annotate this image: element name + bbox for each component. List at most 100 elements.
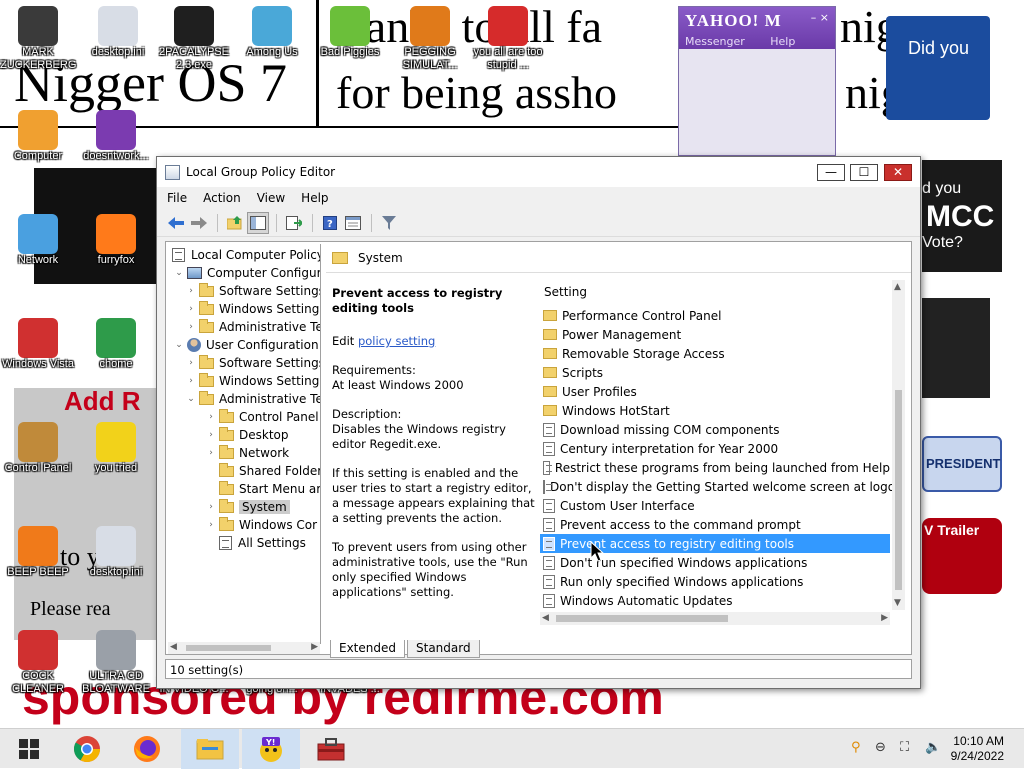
- desktop-icon[interactable]: Network: [0, 214, 76, 267]
- volume-icon[interactable]: 🔈: [925, 740, 941, 755]
- minimize-button[interactable]: —: [817, 164, 845, 181]
- tree-root[interactable]: Local Computer Policy: [172, 246, 320, 264]
- policy-row[interactable]: Custom User Interface: [540, 496, 890, 515]
- scroll-thumb[interactable]: [556, 615, 728, 622]
- desktop-icon[interactable]: 2PACALYPSE 2.3.exe: [156, 6, 232, 72]
- desktop-icon[interactable]: COCK CLEANER: [0, 630, 76, 696]
- scroll-down-icon[interactable]: ▼: [894, 598, 901, 608]
- yahoo-menu-help[interactable]: Help: [770, 35, 795, 48]
- system-clock[interactable]: 10:10 AM 9/24/2022: [951, 734, 1004, 764]
- tree-node[interactable]: › System: [206, 498, 290, 516]
- tree-node[interactable]: ⌄ Computer Configura: [174, 264, 320, 282]
- expand-arrow-icon[interactable]: ›: [186, 322, 196, 332]
- tree-node[interactable]: › Windows Setting: [186, 372, 319, 390]
- scroll-left-icon[interactable]: ◀: [542, 613, 549, 623]
- show-hide-tree-icon[interactable]: [247, 211, 269, 234]
- tree-node[interactable]: ⌄ User Configuration: [174, 336, 319, 354]
- expand-arrow-icon[interactable]: ›: [186, 286, 196, 296]
- scroll-thumb[interactable]: [186, 645, 271, 651]
- tree-node[interactable]: Shared Folder: [206, 462, 320, 480]
- expand-arrow-icon[interactable]: ⌄: [174, 268, 184, 278]
- tree-node[interactable]: › Desktop: [206, 426, 289, 444]
- network-icon[interactable]: ⛶: [900, 740, 909, 755]
- desktop-icon[interactable]: Among Us: [234, 6, 310, 59]
- desktop-icon[interactable]: desktop.ini: [80, 6, 156, 59]
- category-row[interactable]: Performance Control Panel: [540, 306, 890, 325]
- list-horizontal-scrollbar[interactable]: ◀ ▶: [540, 612, 890, 625]
- window-titlebar[interactable]: Local Group Policy Editor — ☐ ✕: [157, 157, 920, 187]
- desktop-icon[interactable]: Control Panel: [0, 422, 76, 475]
- desktop-icon[interactable]: you tried: [78, 422, 154, 475]
- chrome-icon[interactable]: [58, 729, 116, 769]
- filter-icon[interactable]: [378, 212, 400, 234]
- expand-arrow-icon[interactable]: ›: [186, 358, 196, 368]
- up-folder-icon[interactable]: [224, 212, 246, 234]
- scroll-right-icon[interactable]: ▶: [311, 642, 318, 652]
- yahoo-icon[interactable]: Y!: [242, 729, 300, 769]
- tab-extended[interactable]: Extended: [330, 640, 405, 658]
- expand-arrow-icon[interactable]: ›: [206, 502, 216, 512]
- properties-icon[interactable]: [342, 212, 364, 234]
- help-icon[interactable]: ?: [319, 212, 341, 234]
- desktop-icon[interactable]: ULTRA CD BLOATWARE: [78, 630, 154, 696]
- navigation-tree[interactable]: Local Computer Policy ⌄ Computer Configur…: [168, 244, 321, 644]
- tree-node[interactable]: ⌄ Administrative Te: [186, 390, 320, 408]
- desktop-icon[interactable]: chome: [78, 318, 154, 371]
- tree-node[interactable]: › Network: [206, 444, 289, 462]
- expand-arrow-icon[interactable]: ⌄: [174, 340, 184, 350]
- tree-node[interactable]: › Control Panel: [206, 408, 319, 426]
- tree-node[interactable]: › Windows Setting: [186, 300, 319, 318]
- close-button[interactable]: ✕: [884, 164, 912, 181]
- desktop-icon[interactable]: doesntwork...: [78, 110, 154, 163]
- settings-list[interactable]: Setting Performance Control Panel Power M…: [540, 280, 905, 625]
- list-vertical-scrollbar[interactable]: ▲ ▼: [892, 280, 905, 610]
- export-list-icon[interactable]: [283, 212, 305, 234]
- policy-row[interactable]: Don't display the Getting Started welcom…: [540, 477, 903, 496]
- expand-arrow-icon[interactable]: ›: [206, 430, 216, 440]
- category-row[interactable]: User Profiles: [540, 382, 890, 401]
- tree-node[interactable]: › Software Settings: [186, 354, 320, 372]
- search-icon[interactable]: ⚲: [851, 740, 861, 755]
- policy-row[interactable]: Windows Automatic Updates: [540, 591, 890, 610]
- desktop-icon[interactable]: Windows Vista: [0, 318, 76, 371]
- column-header-setting[interactable]: Setting: [540, 280, 890, 302]
- policy-setting-link[interactable]: policy setting: [358, 334, 435, 348]
- expand-arrow-icon[interactable]: ›: [186, 304, 196, 314]
- scroll-right-icon[interactable]: ▶: [881, 613, 888, 623]
- desktop-icon[interactable]: Computer: [0, 110, 76, 163]
- firefox-icon[interactable]: [118, 729, 176, 769]
- policy-row[interactable]: Run only specified Windows applications: [540, 572, 890, 591]
- maximize-button[interactable]: ☐: [850, 164, 878, 181]
- category-row[interactable]: Removable Storage Access: [540, 344, 890, 363]
- tab-standard[interactable]: Standard: [407, 640, 480, 658]
- yahoo-window-controls[interactable]: – ×: [811, 11, 829, 24]
- desktop-icon[interactable]: MARK ZUCKERBERG: [0, 6, 76, 72]
- scroll-thumb[interactable]: [895, 390, 902, 590]
- expand-arrow-icon[interactable]: ›: [186, 376, 196, 386]
- yahoo-menu-messenger[interactable]: Messenger: [685, 35, 745, 48]
- policy-row[interactable]: Download missing COM components: [540, 420, 890, 439]
- tree-node[interactable]: › Windows Cor: [206, 516, 317, 534]
- menu-action[interactable]: Action: [203, 191, 241, 205]
- expand-arrow-icon[interactable]: ›: [206, 412, 216, 422]
- menu-file[interactable]: File: [167, 191, 187, 205]
- file-explorer-icon[interactable]: [181, 729, 239, 769]
- scroll-left-icon[interactable]: ◀: [170, 642, 177, 652]
- tree-node[interactable]: Start Menu ar: [206, 480, 320, 498]
- expand-arrow-icon[interactable]: ›: [206, 520, 216, 530]
- tree-node[interactable]: All Settings: [206, 534, 306, 552]
- group-policy-editor-window[interactable]: Local Group Policy Editor — ☐ ✕ File Act…: [156, 156, 921, 689]
- category-row[interactable]: Windows HotStart: [540, 401, 890, 420]
- start-button[interactable]: [0, 729, 58, 769]
- category-row[interactable]: Scripts: [540, 363, 890, 382]
- yahoo-titlebar[interactable]: YAHOO! M Messenger Help – ×: [679, 7, 835, 49]
- tree-node[interactable]: › Administrative Te: [186, 318, 320, 336]
- policy-row[interactable]: Century interpretation for Year 2000: [540, 439, 890, 458]
- forward-arrow-icon[interactable]: [188, 212, 210, 234]
- desktop-icon[interactable]: Bad Piggies: [312, 6, 388, 59]
- expand-arrow-icon[interactable]: ›: [206, 448, 216, 458]
- category-row[interactable]: Power Management: [540, 325, 890, 344]
- scroll-up-icon[interactable]: ▲: [894, 282, 901, 292]
- expand-arrow-icon[interactable]: ⌄: [186, 394, 196, 404]
- tree-horizontal-scrollbar[interactable]: ◀ ▶: [168, 642, 320, 654]
